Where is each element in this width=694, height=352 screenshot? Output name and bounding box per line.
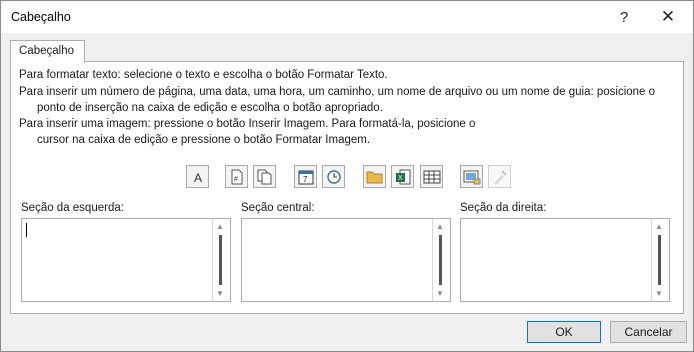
insert-time-button[interactable]: [322, 165, 345, 188]
instruction-line-3: ponto de inserção na caixa de edição e e…: [37, 102, 383, 114]
scroll-up-icon[interactable]: ▲: [216, 222, 224, 231]
svg-text:A: A: [194, 171, 202, 184]
format-picture-icon: [493, 169, 507, 185]
format-text-icon: A: [194, 171, 202, 184]
tab-label: Cabeçalho: [19, 45, 74, 57]
format-text-button[interactable]: A: [186, 165, 209, 188]
instruction-line-4: Para inserir uma imagem: pressione o bot…: [19, 118, 476, 130]
right-section-input[interactable]: ▲ ▼: [460, 218, 670, 302]
left-section-scrollbar[interactable]: ▲ ▼: [212, 219, 230, 301]
ok-button[interactable]: OK: [527, 321, 601, 343]
center-section-label: Seção central:: [241, 202, 315, 214]
svg-text:X: X: [398, 175, 403, 182]
svg-text:#: #: [234, 176, 238, 183]
excel-file-icon: X: [395, 169, 410, 184]
cancel-button[interactable]: Cancelar: [610, 321, 687, 343]
center-section-scrollbar[interactable]: ▲ ▼: [432, 219, 450, 301]
insert-page-count-icon: [257, 169, 271, 184]
sheet-grid-icon: [423, 170, 440, 183]
format-picture-button[interactable]: [488, 165, 511, 188]
scroll-up-icon[interactable]: ▲: [436, 222, 444, 231]
scroll-thumb[interactable]: [439, 235, 442, 285]
scroll-down-icon[interactable]: ▼: [216, 289, 224, 298]
folder-icon: [366, 171, 382, 183]
text-caret: [26, 223, 27, 237]
insert-time-icon: [326, 169, 341, 184]
scroll-up-icon[interactable]: ▲: [655, 222, 663, 231]
insert-picture-icon: [463, 170, 480, 184]
right-section-label: Seção da direita:: [460, 202, 547, 214]
instruction-line-1: Para formatar texto: selecione o texto e…: [19, 69, 388, 81]
scroll-thumb[interactable]: [219, 235, 222, 285]
insert-sheet-name-button[interactable]: [420, 165, 443, 188]
center-section-input[interactable]: ▲ ▼: [241, 218, 451, 302]
dialog-title: Cabeçalho: [11, 10, 71, 24]
left-section-label: Seção da esquerda:: [21, 202, 124, 214]
insert-date-icon: 7: [298, 170, 313, 184]
insert-picture-button[interactable]: [460, 165, 483, 188]
insert-page-number-button[interactable]: #: [225, 165, 248, 188]
scroll-down-icon[interactable]: ▼: [436, 289, 444, 298]
scroll-down-icon[interactable]: ▼: [655, 289, 663, 298]
help-button[interactable]: ?: [610, 5, 638, 29]
scroll-thumb[interactable]: [658, 235, 661, 285]
insert-date-button[interactable]: 7: [294, 165, 317, 188]
left-section-input[interactable]: ▲ ▼: [21, 218, 231, 302]
svg-text:7: 7: [303, 175, 308, 184]
insert-file-path-button[interactable]: [363, 165, 386, 188]
insert-page-number-icon: #: [231, 169, 242, 184]
instruction-line-5: cursor na caixa de edição e pressione o …: [37, 134, 371, 146]
close-button[interactable]: ✕: [654, 5, 682, 29]
header-dialog: Cabeçalho ? ✕ Cabeçalho Para formatar te…: [0, 0, 694, 352]
title-bar: Cabeçalho ? ✕: [1, 1, 693, 33]
tab-cabecalho[interactable]: Cabeçalho: [10, 40, 85, 63]
insert-file-name-button[interactable]: X: [391, 165, 414, 188]
instruction-line-2: Para inserir um número de página, uma da…: [19, 86, 656, 98]
insert-page-count-button[interactable]: [253, 165, 276, 188]
right-section-scrollbar[interactable]: ▲ ▼: [651, 219, 669, 301]
